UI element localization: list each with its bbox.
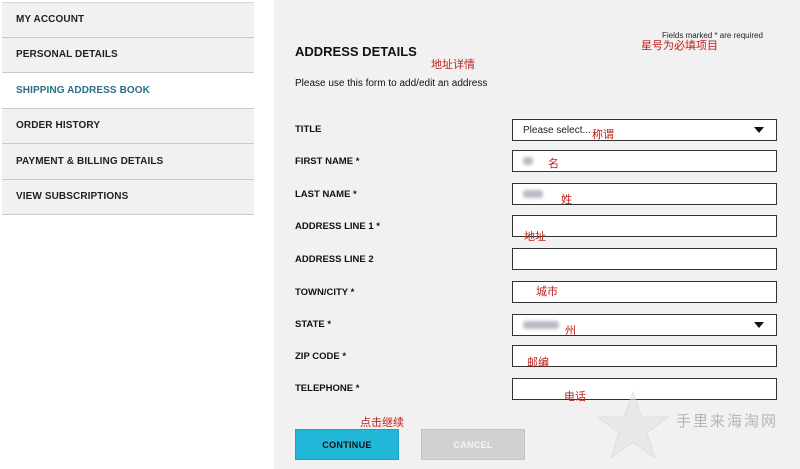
address-line1-label: ADDRESS LINE 1 * [295,221,380,232]
sidebar-item-label: SHIPPING ADDRESS BOOK [16,84,150,96]
star-icon [596,390,670,460]
zip-code-label: ZIP CODE * [295,351,347,362]
title-annotation-cn: 称谓 [592,129,614,141]
state-annotation: 州 [565,325,576,337]
last-name-field[interactable] [512,183,777,205]
address-line1-field[interactable] [512,215,777,237]
cancel-button[interactable]: CANCEL [421,429,525,460]
continue-button[interactable]: CONTINUE [295,429,399,460]
continue-annotation: 点击继续 [360,417,404,429]
redacted-value [523,321,559,329]
zip-code-annotation: 邮编 [527,357,549,369]
page-title: ADDRESS DETAILS [295,44,417,59]
required-note-annotation: 星号为必填项目 [641,40,718,52]
sidebar-item-label: MY ACCOUNT [16,14,85,26]
address-line2-field[interactable] [512,248,777,270]
state-select[interactable] [512,314,777,336]
title-select-value: Please select... [523,124,591,136]
sidebar-item-payment-billing[interactable]: PAYMENT & BILLING DETAILS [2,144,254,180]
sidebar-item-label: ORDER HISTORY [16,120,101,132]
first-name-label: FIRST NAME * [295,156,360,167]
sidebar-item-label: PAYMENT & BILLING DETAILS [16,155,164,167]
title-select[interactable]: Please select... [512,119,777,141]
sidebar-item-shipping-address-book[interactable]: SHIPPING ADDRESS BOOK [2,73,254,109]
telephone-label: TELEPHONE * [295,383,360,394]
sidebar-item-view-subscriptions[interactable]: VIEW SUBSCRIPTIONS [2,179,254,215]
sidebar-item-label: PERSONAL DETAILS [16,49,118,61]
town-city-annotation: 城市 [536,286,558,298]
last-name-annotation: 姓 [561,194,572,206]
first-name-annotation: 名 [548,158,559,170]
address-line2-label: ADDRESS LINE 2 [295,254,374,265]
town-city-label: TOWN/CITY * [295,287,355,298]
sidebar-item-order-history[interactable]: ORDER HISTORY [2,108,254,144]
last-name-label: LAST NAME * [295,189,357,200]
address-line1-annotation: 地址 [524,231,546,243]
zip-code-field[interactable] [512,345,777,367]
redacted-value [523,157,533,165]
redacted-value [523,190,543,198]
chevron-down-icon [754,322,764,328]
watermark-text: 手里来海淘网 [676,412,779,430]
title-label: TITLE [295,124,322,135]
site-watermark: 手里来海淘网 [596,388,796,462]
telephone-annotation: 电话 [564,391,586,403]
sidebar-item-my-account[interactable]: MY ACCOUNT [2,2,254,38]
sidebar-item-personal-details[interactable]: PERSONAL DETAILS [2,37,254,73]
form-instructions: Please use this form to add/edit an addr… [295,78,488,89]
account-sidebar: MY ACCOUNT PERSONAL DETAILS SHIPPING ADD… [2,2,254,215]
state-label: STATE * [295,319,332,330]
chevron-down-icon [754,127,764,133]
sidebar-item-label: VIEW SUBSCRIPTIONS [16,191,129,203]
title-annotation: 地址详情 [431,59,475,71]
